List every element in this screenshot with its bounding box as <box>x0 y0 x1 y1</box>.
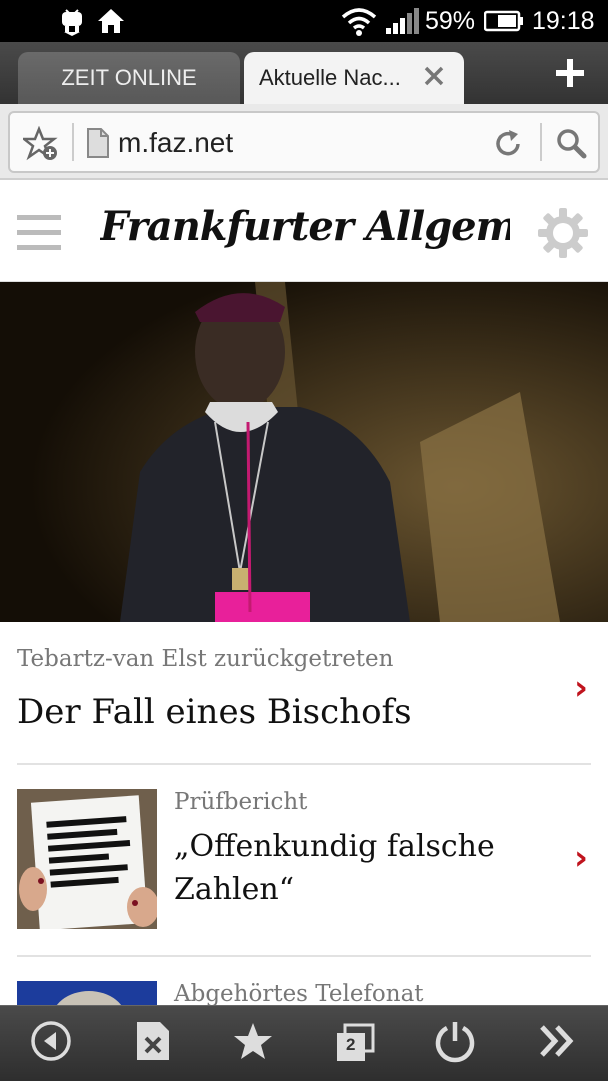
divider <box>72 123 74 161</box>
search-icon[interactable] <box>555 127 587 164</box>
new-tab-button[interactable] <box>552 55 588 96</box>
tab-label: ZEIT ONLINE <box>61 65 197 90</box>
tab-label: Aktuelle Nac... <box>259 65 401 90</box>
article-thumbnail-report <box>17 789 157 929</box>
faz-logo[interactable]: Frankfurter Allgemeine <box>100 203 510 259</box>
tabs-icon: 2 <box>333 1023 377 1063</box>
back-icon <box>30 1020 72 1067</box>
close-document-icon <box>134 1020 172 1067</box>
hero-photo-bishop[interactable] <box>0 282 608 622</box>
exit-button[interactable] <box>430 1018 480 1068</box>
article-kicker: Tebartz-van Elst zurückgetreten <box>17 646 394 672</box>
more-button[interactable] <box>532 1018 582 1068</box>
article-teaser[interactable]: Tebartz-van Elst zurückgetreten Der Fall… <box>0 622 608 763</box>
back-button[interactable] <box>26 1018 76 1068</box>
bookmarks-button[interactable] <box>228 1018 278 1068</box>
menu-icon[interactable] <box>17 213 61 258</box>
wifi-icon <box>340 0 378 42</box>
tab-count: 2 <box>346 1035 356 1054</box>
article-thumbnail <box>17 981 157 1005</box>
page-icon <box>86 127 110 164</box>
tabs-button[interactable]: 2 <box>330 1018 380 1068</box>
battery-percent: 59% <box>425 6 476 35</box>
url-field[interactable]: m.faz.net <box>8 111 600 173</box>
double-chevron-right-icon <box>537 1023 577 1064</box>
reload-icon[interactable] <box>492 128 524 165</box>
home-icon <box>96 0 126 42</box>
site-header: Frankfurter Allgemeine <box>0 181 608 282</box>
power-icon <box>433 1019 477 1068</box>
close-tab-icon[interactable] <box>422 64 446 94</box>
status-bar: 59% 19:18 <box>0 0 608 42</box>
settings-gear-icon[interactable] <box>537 207 589 264</box>
browser-toolbar: 2 <box>0 1005 608 1081</box>
signal-icon <box>384 0 420 42</box>
article-headline: „Offenkundig falsche Zahlen“ <box>174 829 495 907</box>
divider <box>540 123 542 161</box>
plus-icon <box>552 59 588 95</box>
article-kicker: Abgehörtes Telefonat <box>174 981 424 1005</box>
article-headline: Der Fall eines Bischofs <box>17 692 412 732</box>
android-debug-icon <box>58 0 86 42</box>
chevron-right-icon: › <box>574 838 589 878</box>
clock: 19:18 <box>532 6 595 35</box>
tab-aktuelle-nachrichten[interactable]: Aktuelle Nac... <box>244 52 464 104</box>
bookmark-add-icon[interactable] <box>20 125 59 167</box>
star-icon <box>232 1020 274 1067</box>
article-kicker: Prüfbericht <box>174 789 308 815</box>
tab-bar: ZEIT ONLINE Aktuelle Nac... <box>0 42 608 104</box>
close-page-button[interactable] <box>128 1018 178 1068</box>
article-teaser[interactable]: Abgehörtes Telefonat <box>0 957 608 1005</box>
article-teaser[interactable]: Prüfbericht „Offenkundig falsche Zahlen“… <box>0 765 608 955</box>
chevron-right-icon: › <box>574 668 589 708</box>
url-text: m.faz.net <box>118 127 234 158</box>
battery-icon <box>484 0 524 42</box>
tab-zeit-online[interactable]: ZEIT ONLINE <box>18 52 240 104</box>
